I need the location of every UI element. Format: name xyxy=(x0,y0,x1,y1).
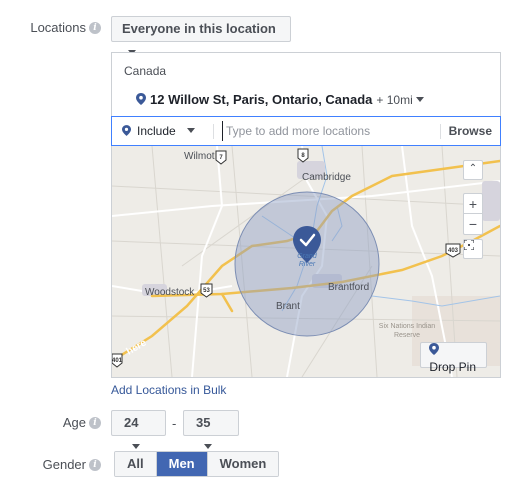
chevron-down-icon xyxy=(204,444,212,450)
chevron-down-icon xyxy=(186,128,195,134)
age-separator: - xyxy=(172,416,177,431)
gender-label: Gender xyxy=(42,457,86,472)
map-label-cambridge: Cambridge xyxy=(302,172,351,183)
radius-value: + 10mi xyxy=(376,93,413,107)
svg-text:53: 53 xyxy=(203,288,210,294)
map-label-brantford: Brantford xyxy=(328,282,370,293)
selected-location[interactable]: 12 Willow St, Paris, Ontario, Canada + 10… xyxy=(136,92,424,110)
location-panel: Canada 12 Willow St, Paris, Ontario, Can… xyxy=(111,52,501,378)
location-pin-icon xyxy=(429,343,440,355)
chevron-down-icon xyxy=(132,444,140,450)
age-min-value: 24 xyxy=(124,415,139,430)
age-max-value: 35 xyxy=(196,415,211,430)
audience-type-select[interactable]: Everyone in this location xyxy=(111,16,291,56)
radius-select[interactable]: + 10mi xyxy=(376,93,424,107)
gender-option-all[interactable]: All xyxy=(115,452,156,476)
drop-pin-button[interactable]: Drop Pin xyxy=(420,342,487,374)
svg-text:403: 403 xyxy=(448,248,459,254)
audience-type-value: Everyone in this location xyxy=(122,21,276,36)
map-collapse-button[interactable]: ⌃ xyxy=(463,160,483,180)
include-select[interactable]: Include xyxy=(122,124,195,138)
location-search-input[interactable] xyxy=(222,121,437,141)
location-map[interactable]: 7 8 53 403 401 Wilmot Cambridge Woodstoc… xyxy=(112,146,500,377)
drop-pin-label: Drop Pin xyxy=(429,360,476,374)
info-icon[interactable]: i xyxy=(89,22,101,34)
age-max-select[interactable]: 35 xyxy=(183,410,239,450)
location-pin-icon xyxy=(122,125,131,136)
add-locations-bulk-link[interactable]: Add Locations in Bulk xyxy=(111,383,226,397)
gender-option-women[interactable]: Women xyxy=(206,452,279,476)
chevron-down-icon xyxy=(415,97,424,103)
gender-option-men[interactable]: Men xyxy=(155,452,207,476)
map-label-wilmot: Wilmot xyxy=(184,151,215,162)
selected-location-name: 12 Willow St, Paris, Ontario, Canada xyxy=(150,92,373,107)
gender-selector: All Men Women xyxy=(114,451,280,477)
map-label-grand-river: Grand River xyxy=(297,253,317,268)
map-label-woodstock: Woodstock xyxy=(145,287,195,298)
info-icon[interactable]: i xyxy=(89,417,101,429)
include-value: Include xyxy=(137,124,176,138)
country-heading: Canada xyxy=(124,64,167,78)
zoom-out-button[interactable]: − xyxy=(464,214,482,234)
zoom-controls: + − xyxy=(463,193,483,235)
age-label: Age xyxy=(62,415,86,430)
fullscreen-icon xyxy=(464,240,474,250)
map-label-brant: Brant xyxy=(276,301,300,312)
info-icon[interactable]: i xyxy=(89,459,101,471)
browse-button[interactable]: Browse xyxy=(449,124,492,138)
divider xyxy=(213,124,214,139)
svg-text:401: 401 xyxy=(112,358,123,364)
map-label-six-nations: Six Nations Indian Reserve xyxy=(378,323,436,339)
zoom-in-button[interactable]: + xyxy=(464,194,482,214)
locations-label: Locations xyxy=(30,20,86,35)
fullscreen-button[interactable] xyxy=(463,239,483,259)
location-pin-icon xyxy=(136,93,146,105)
location-search-row: Include Browse xyxy=(111,116,501,146)
age-min-select[interactable]: 24 xyxy=(111,410,166,450)
divider xyxy=(440,124,441,139)
